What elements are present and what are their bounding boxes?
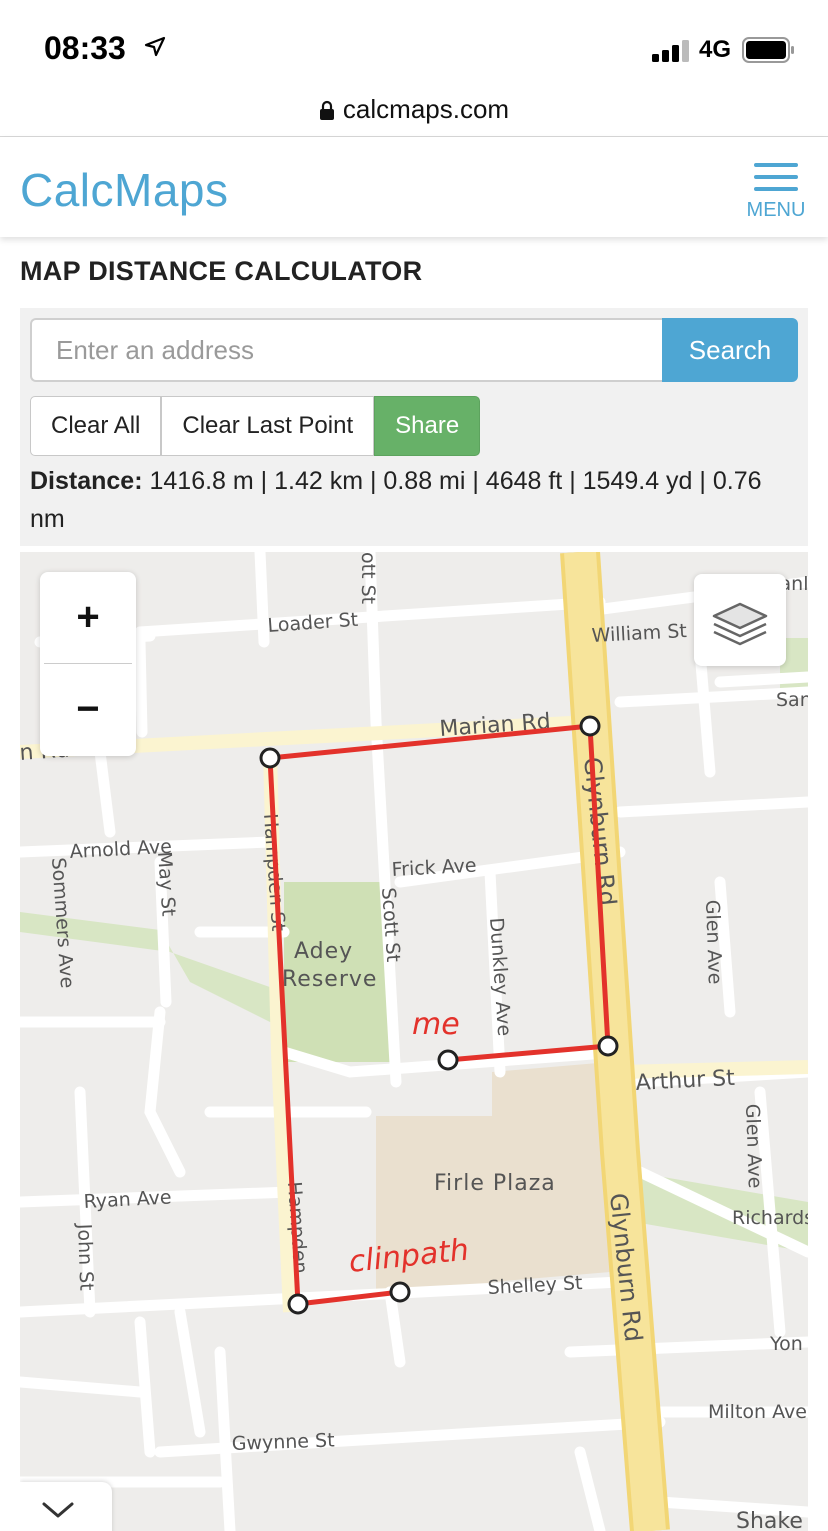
clear-last-point-button[interactable]: Clear Last Point bbox=[161, 396, 375, 456]
label-adey: Adey bbox=[294, 939, 353, 964]
label-yon: Yon bbox=[769, 1333, 803, 1355]
label-milton-ave: Milton Ave bbox=[708, 1401, 807, 1423]
label-richards: Richards bbox=[732, 1207, 808, 1229]
map-svg[interactable]: Loader St William St Marian Rd n Rd Arno… bbox=[20, 552, 808, 1531]
label-glen-ave-lower: Glen Ave bbox=[741, 1103, 766, 1188]
collapse-panel-tab[interactable] bbox=[20, 1482, 112, 1531]
label-shake: Shake bbox=[736, 1509, 803, 1531]
location-arrow-icon bbox=[144, 36, 166, 57]
battery-icon bbox=[742, 37, 794, 63]
label-arthur-st: Arthur St bbox=[635, 1066, 736, 1096]
label-john-st: John St bbox=[73, 1222, 97, 1291]
label-scott-st-top: ott St bbox=[357, 552, 379, 604]
label-glen-ave-upper: Glen Ave bbox=[701, 899, 726, 984]
search-button[interactable]: Search bbox=[662, 318, 798, 382]
clear-all-button[interactable]: Clear All bbox=[30, 396, 162, 456]
carrier-label: 4G bbox=[699, 36, 732, 63]
zoom-out-button[interactable]: − bbox=[40, 664, 136, 754]
layers-icon bbox=[712, 602, 768, 646]
share-button[interactable]: Share bbox=[374, 396, 481, 456]
zoom-in-button[interactable]: + bbox=[40, 572, 136, 662]
signal-icon bbox=[652, 40, 689, 62]
distance-label: Distance: bbox=[30, 467, 143, 495]
layers-button[interactable] bbox=[694, 574, 786, 666]
label-may-st: May St bbox=[153, 851, 179, 917]
site-header: CalcMaps MENU bbox=[0, 137, 828, 237]
route-point[interactable] bbox=[597, 1035, 619, 1057]
label-reserve: Reserve bbox=[282, 967, 377, 992]
controls-panel: Search Clear All Clear Last Point Share … bbox=[20, 308, 808, 546]
site-logo[interactable]: CalcMaps bbox=[20, 163, 229, 217]
label-gwynne-st: Gwynne St bbox=[231, 1429, 335, 1455]
action-button-group: Clear All Clear Last Point Share bbox=[30, 396, 481, 456]
route-point[interactable] bbox=[259, 747, 281, 769]
browser-url-bar[interactable]: calcmaps.com bbox=[0, 88, 828, 136]
zoom-control: + − bbox=[40, 572, 136, 756]
route-point[interactable] bbox=[287, 1293, 309, 1315]
label-frick-ave: Frick Ave bbox=[391, 855, 477, 881]
annotation-me: me bbox=[412, 1007, 460, 1042]
map-canvas[interactable]: Loader St William St Marian Rd n Rd Arno… bbox=[20, 552, 808, 1531]
distance-readout: Distance: 1416.8 m | 1.42 km | 0.88 mi |… bbox=[30, 462, 800, 538]
address-search-input[interactable] bbox=[30, 318, 664, 382]
page-title: MAP DISTANCE CALCULATOR bbox=[20, 256, 423, 286]
route-point[interactable] bbox=[389, 1281, 411, 1303]
lock-icon bbox=[319, 100, 334, 120]
url-text: calcmaps.com bbox=[342, 94, 510, 124]
route-point[interactable] bbox=[437, 1049, 459, 1071]
label-san: San bbox=[776, 689, 808, 711]
chevron-down-icon bbox=[42, 1502, 74, 1518]
menu-button[interactable]: MENU bbox=[740, 163, 812, 223]
status-bar: 08:33 4G bbox=[0, 0, 828, 90]
menu-label: MENU bbox=[746, 199, 806, 221]
label-ryan-ave: Ryan Ave bbox=[83, 1186, 172, 1213]
label-firle-plaza: Firle Plaza bbox=[434, 1171, 556, 1196]
route-point[interactable] bbox=[579, 715, 601, 737]
status-time: 08:33 bbox=[44, 30, 126, 66]
